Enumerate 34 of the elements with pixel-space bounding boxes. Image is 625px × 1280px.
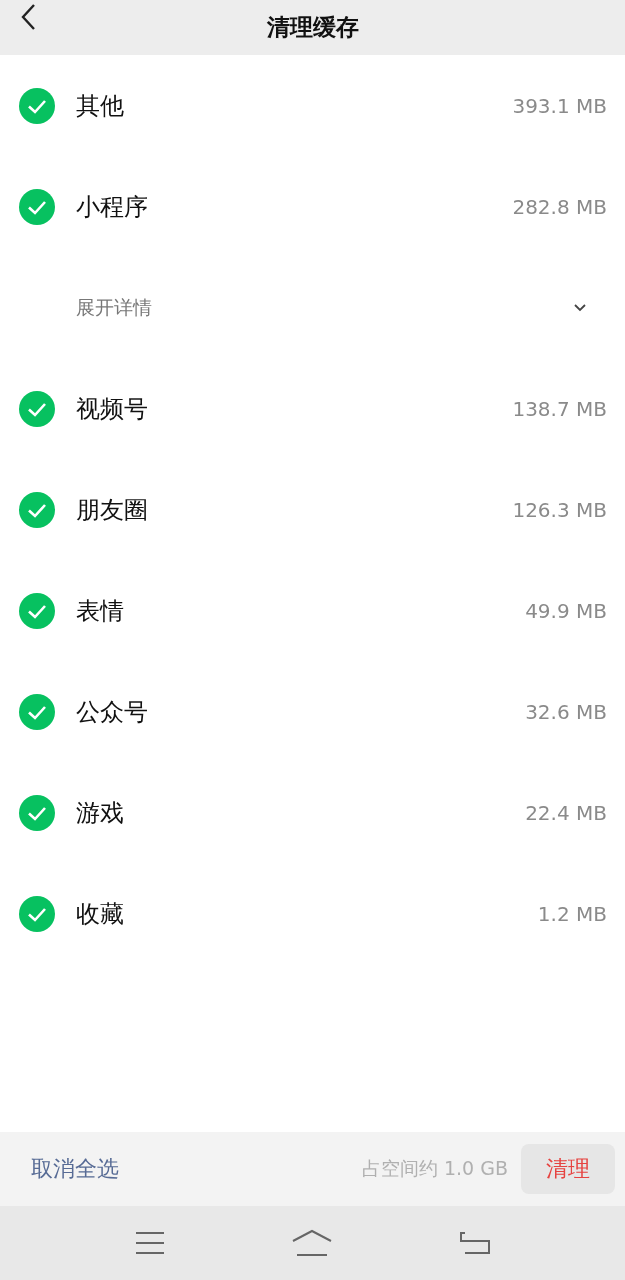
- space-summary: 占空间约 1.0 GB: [361, 1156, 508, 1181]
- checkmark-icon[interactable]: [19, 390, 55, 427]
- cache-size: 1.2 MB: [537, 901, 607, 926]
- menu-icon[interactable]: [134, 1231, 165, 1255]
- cache-size: 22.4 MB: [525, 800, 607, 825]
- category-label: 小程序: [76, 191, 148, 223]
- home-icon[interactable]: [290, 1229, 333, 1257]
- category-label: 公众号: [76, 696, 148, 728]
- checkmark-icon[interactable]: [19, 794, 55, 831]
- category-label: 其他: [76, 90, 124, 122]
- checkmark-icon[interactable]: [19, 87, 55, 124]
- page-title: 清理缓存: [266, 13, 359, 42]
- category-label: 朋友圈: [76, 494, 148, 526]
- deselect-all-link[interactable]: 取消全选: [31, 1154, 119, 1184]
- checkmark-icon[interactable]: [19, 491, 55, 528]
- back-nav-icon[interactable]: [458, 1231, 491, 1255]
- cache-size: 126.3 MB: [512, 497, 607, 522]
- checkmark-icon[interactable]: [19, 693, 55, 730]
- checkmark-icon[interactable]: [19, 592, 55, 629]
- back-icon[interactable]: [20, 3, 36, 31]
- cache-size: 32.6 MB: [525, 699, 607, 724]
- cache-size: 49.9 MB: [525, 598, 607, 623]
- category-label: 视频号: [76, 393, 148, 425]
- cache-size: 282.8 MB: [512, 194, 607, 219]
- chevron-icon[interactable]: [573, 302, 587, 313]
- category-label: 收藏: [76, 898, 124, 930]
- cache-size: 138.7 MB: [512, 396, 607, 421]
- clean-button[interactable]: 清理: [521, 1144, 615, 1194]
- category-label: 表情: [76, 595, 124, 627]
- expand-link[interactable]: 展开详情: [76, 294, 152, 321]
- cache-size: 393.1 MB: [512, 93, 607, 118]
- category-label: 游戏: [76, 797, 124, 829]
- checkmark-icon[interactable]: [19, 895, 55, 932]
- checkmark-icon[interactable]: [19, 188, 55, 225]
